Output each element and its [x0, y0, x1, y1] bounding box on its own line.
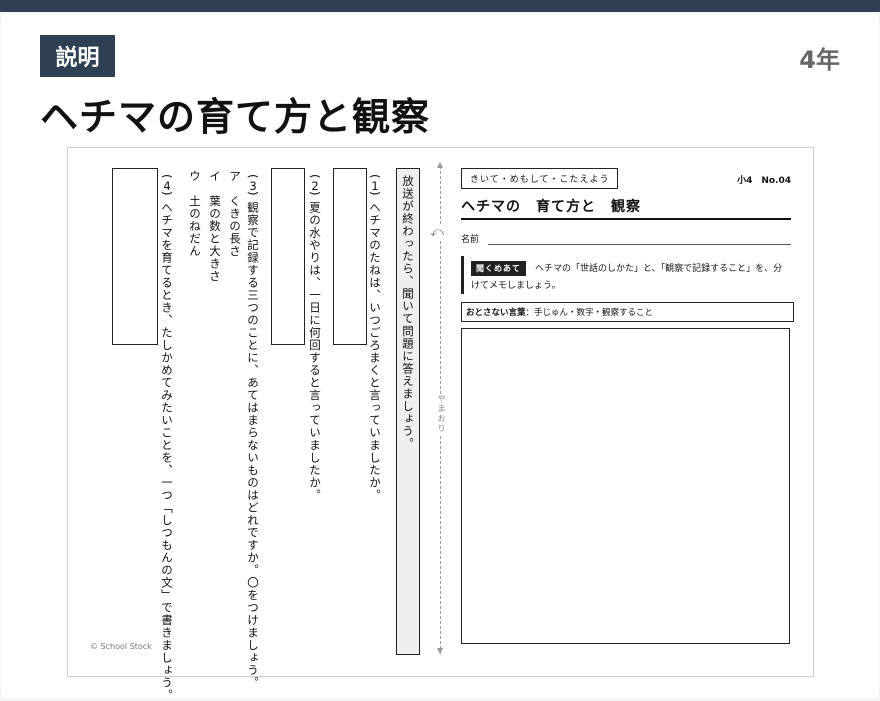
page-title: ヘチマの育て方と観察 [40, 95, 431, 139]
grade-label: 4年 [799, 46, 840, 74]
choice-a[interactable]: ア くきの長さ [228, 170, 242, 258]
worksheet: (1) ヘチマのたねは、いつごろまくと言っていましたか。 (2) 夏の水やりは、… [67, 147, 814, 701]
choice-u[interactable]: ウ 土のねだん [188, 170, 202, 258]
sheet-title: ヘチマの 育て方と 観察 [461, 199, 641, 215]
keyword-label: おとさない言葉 [466, 308, 526, 318]
question-4-number: (4) [160, 174, 174, 197]
title-divider [461, 218, 791, 220]
question-1: (1) ヘチマのたねは、いつごろまくと言っていましたか。 [368, 174, 382, 501]
fold-curl-icon: ⤺ [430, 225, 444, 240]
question-3-number: (3) [246, 174, 260, 197]
question-3: (3) 観察で記録する三つのことに、あてはまらないものはどれですか。〇をつけまし… [246, 174, 260, 689]
choice-i[interactable]: イ 葉の数と大きさ [208, 170, 222, 283]
question-2-text: 夏の水やりは、一日に何回すると言っていましたか。 [308, 201, 322, 502]
question-1-number: (1) [368, 174, 382, 197]
answer-box-4[interactable] [112, 168, 158, 345]
name-field[interactable] [488, 244, 791, 245]
answer-box-2[interactable] [271, 168, 305, 345]
listening-goal-tag: 聞くめあて [471, 261, 526, 276]
fold-arrow-down-icon [437, 648, 443, 654]
question-3-text: 観察で記録する三つのことに、あてはまらないものはどれですか。〇をつけましょう。 [246, 201, 260, 689]
answer-box-1[interactable] [333, 168, 367, 345]
instruction-box: きいて・めもして・こたえよう [461, 168, 619, 189]
question-4: (4) ヘチマを育てるとき、たしかめてみたいことを、一つ「しつもんの文」で書きま… [160, 174, 174, 701]
category-badge: 説明 [40, 35, 115, 77]
keyword-box: おとさない言葉 ：手じゅん・数字・観察すること [461, 302, 794, 322]
top-bar [0, 0, 880, 12]
broadcast-instruction-box: 放送が終わったら、聞いて問題に答えましょう。 [396, 168, 420, 655]
copyright: © School Stock [90, 642, 152, 651]
question-2-number: (2) [308, 174, 322, 197]
broadcast-instruction: 放送が終わったら、聞いて問題に答えましょう。 [401, 175, 415, 450]
listening-goal: ヘチマの「世話のしかた」と、「観察で記録すること」を、分けてメモしましょう。 聞… [461, 256, 794, 294]
fold-label: やまおり [436, 394, 447, 434]
memo-area[interactable] [461, 328, 790, 644]
question-4-text: ヘチマを育てるとき、たしかめてみたいことを、一つ「しつもんの文」で書きましょう。 [160, 201, 174, 701]
sheet-number: 小4 No.04 [737, 176, 791, 186]
question-1-text: ヘチマのたねは、いつごろまくと言っていましたか。 [368, 201, 382, 502]
keyword-text: ：手じゅん・数字・観察すること [525, 308, 654, 318]
name-label: 名前 [461, 235, 480, 245]
question-2: (2) 夏の水やりは、一日に何回すると言っていましたか。 [308, 174, 322, 501]
